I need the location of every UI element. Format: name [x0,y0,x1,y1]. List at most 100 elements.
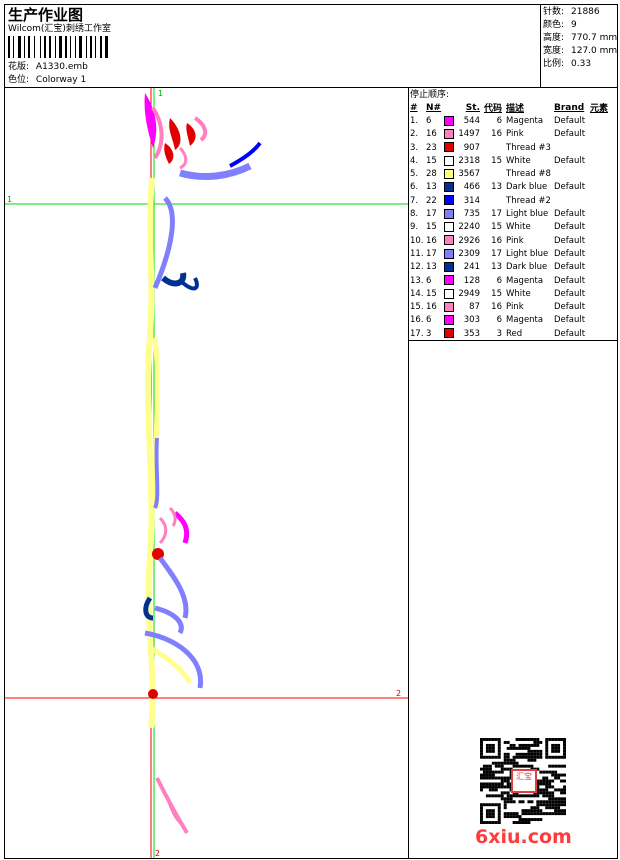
table-row: 11. 17 2309 17 Light blue Default [410,247,615,260]
color-swatch [444,235,454,246]
cell-description: Magenta [506,315,544,326]
cell-swatch [444,300,456,313]
color-swatch [444,182,454,193]
cell-brand: Default [554,315,586,326]
table-row: 14. 15 2949 15 White Default [410,287,615,300]
cell-swatch [444,234,456,247]
watermark-text: 6xiu.com [475,826,572,848]
table-row: 9. 15 2240 15 White Default [410,221,615,234]
cell-description: Pink [506,235,524,246]
col-brand: Brand [554,102,585,113]
cell-swatch [444,287,456,300]
color-swatch [444,248,454,259]
cell-index: 1. [410,115,419,126]
cell-swatch [444,221,456,234]
cell-element [590,128,615,141]
barcode-bar [49,36,51,58]
cell-element [590,274,615,287]
cell-brand: Default [554,222,586,233]
cell-index: 4. [410,155,419,166]
cell-code: 13 [491,182,502,193]
cell-needle: 3 [426,328,432,339]
color-swatch [444,195,454,206]
seal-stamp: 汇宝 [511,769,537,793]
cell-brand: Default [554,248,586,259]
cell-code: 16 [491,235,502,246]
color-swatch [444,155,454,166]
cell-element [590,221,615,234]
table-row: 1. 6 544 6 Magenta Default [410,114,615,127]
cell-index: 11. [410,248,424,259]
cell-description: Thread #8 [506,169,551,180]
cell-index: 5. [410,169,419,180]
cell-needle: 15 [426,222,437,233]
cell-code [480,141,502,154]
cell-stitches: 1497 [458,129,480,140]
barcode [8,36,108,58]
design-file-row: 花版: A1330.emb [8,61,88,73]
table-row: 15. 16 87 16 Pink Default [410,300,615,313]
cell-brand [554,194,590,207]
cell-swatch [444,141,456,154]
cell-brand: Default [554,129,586,140]
cell-element [590,287,615,300]
color-swatch [444,222,454,233]
stat-stitches: 针数: 21886 [543,7,600,17]
cell-code: 6 [496,275,502,286]
cell-index: 8. [410,209,419,220]
barcode-bar [24,36,25,58]
cell-stitches: 2926 [458,235,480,246]
design-stats: 针数: 21886 颜色: 9 高度: 770.7 mm 宽度: 127.0 mm 比例… [543,6,617,71]
colorway-label: 色位: [8,75,30,85]
col-code: 代码 [483,104,502,115]
col-element: 元素 [590,104,609,115]
cell-stitches: 314 [463,195,480,206]
company-name: Wilcom(汇宝)刺绣工作室 [8,24,111,34]
cell-needle: 13 [426,262,437,273]
guide-red-v-label: 2 [155,849,160,858]
color-swatch [444,168,454,179]
cell-code: 17 [491,248,502,259]
barcode-bar [13,36,14,58]
cell-swatch [444,247,456,260]
cell-index: 12. [410,262,424,273]
cell-swatch [444,327,456,340]
cell-index: 3. [410,142,419,153]
cell-brand [554,141,590,154]
color-swatch [444,315,454,326]
cell-needle: 17 [426,209,437,220]
barcode-bar [44,36,46,58]
cell-stitches: 2318 [458,155,480,166]
table-row: 12. 13 241 13 Dark blue Default [410,261,615,274]
cell-element [590,181,615,194]
cell-description: Light blue [506,248,549,259]
stop-sequence-table: # N# St. 代码 描述 Brand 元素 1. 6 544 6 Magenta De… [410,101,615,340]
cell-brand: Default [554,302,586,313]
cell-needle: 13 [426,182,437,193]
barcode-bar [75,36,76,58]
cell-brand: Default [554,115,586,126]
color-swatch [444,128,454,139]
cell-stitches: 907 [463,142,480,153]
color-swatch [444,115,454,126]
cell-code: 6 [496,315,502,326]
cell-stitches: 2309 [458,248,480,259]
cell-element [590,314,615,327]
guide-green-v-label: 1 [158,89,163,98]
cell-needle: 6 [426,115,432,126]
table-row: 16. 6 303 6 Magenta Default [410,314,615,327]
table-row: 5. 28 3567 Thread #8 [410,167,615,180]
cell-brand: Default [554,275,586,286]
cell-element [590,261,615,274]
cell-element [590,141,615,154]
cell-code: 3 [496,328,502,339]
cell-needle: 16 [426,129,437,140]
table-row: 7. 22 314 Thread #2 [410,194,615,207]
cell-code: 16 [491,302,502,313]
cell-description: White [506,222,531,233]
barcode-bar [79,36,82,58]
cell-index: 17. [410,328,424,339]
page-title: 生产作业图 [8,6,84,24]
table-row: 10. 16 2926 16 Pink Default [410,234,615,247]
stat-width: 宽度: 127.0 mm [543,46,618,56]
